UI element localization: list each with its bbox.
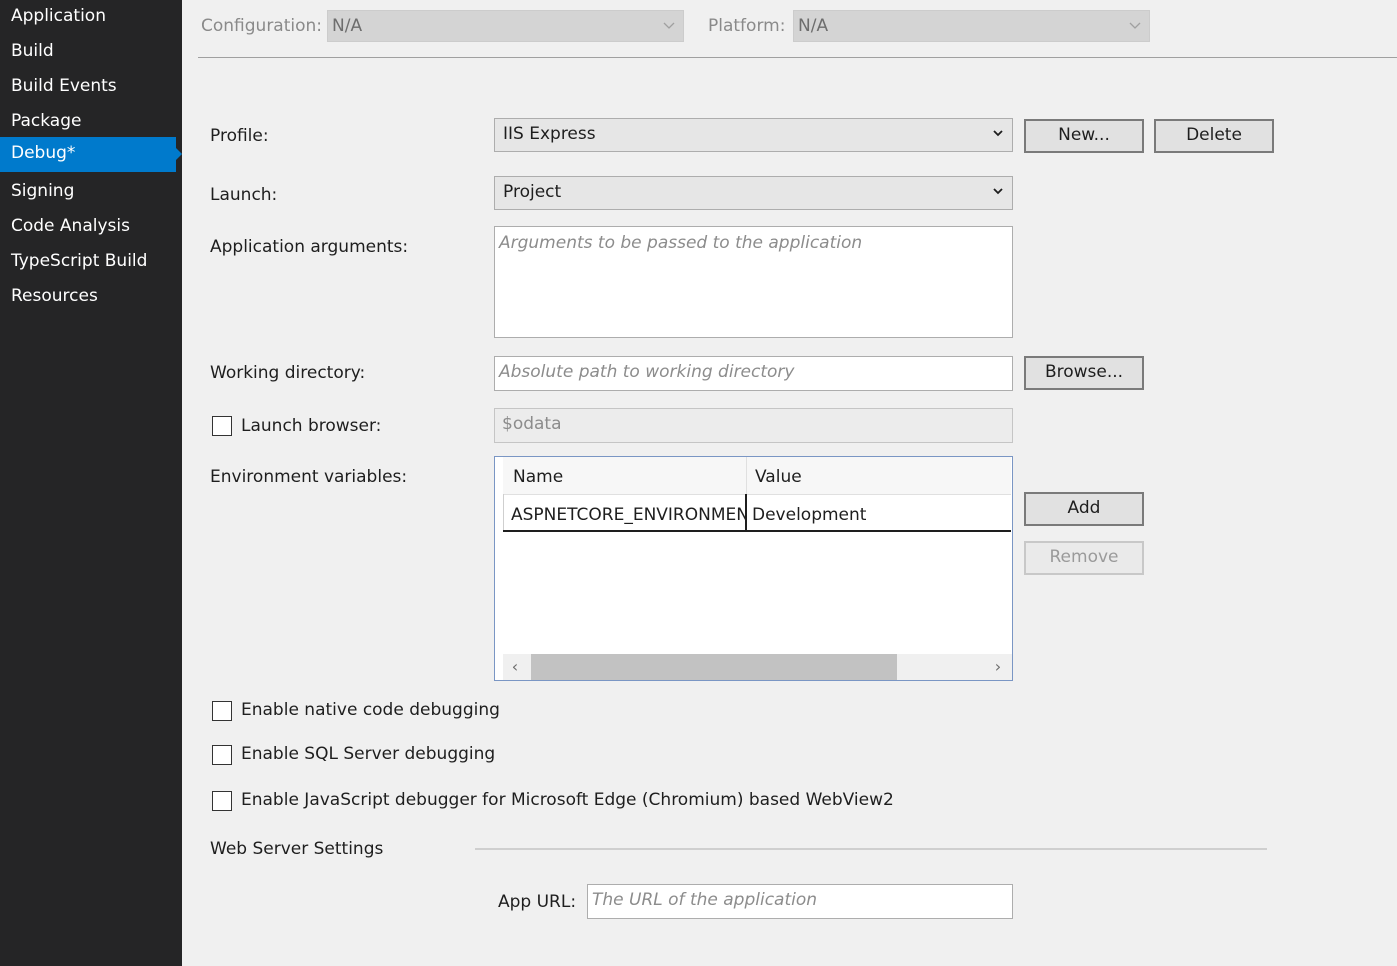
env-name-cell[interactable]: ASPNETCORE_ENVIRONMENT [503, 494, 747, 530]
scrollbar-thumb[interactable] [531, 654, 897, 680]
launch-browser-url-input[interactable]: $odata [494, 408, 1013, 443]
app-url-placeholder: The URL of the application [592, 890, 818, 910]
browse-button[interactable]: Browse... [1024, 356, 1144, 390]
web-server-settings-heading: Web Server Settings [210, 839, 384, 859]
sidebar-item-resources[interactable]: Resources [0, 280, 176, 315]
remove-variable-button[interactable]: Remove [1024, 541, 1144, 575]
launch-select[interactable]: Project [494, 176, 1013, 210]
sidebar-item-code-analysis[interactable]: Code Analysis [0, 210, 176, 245]
chevron-down-icon [1129, 11, 1141, 41]
platform-value: N/A [798, 16, 829, 36]
working-directory-placeholder: Absolute path to working directory [499, 362, 795, 382]
configuration-label: Configuration: [201, 16, 323, 36]
working-directory-label: Working directory: [210, 363, 366, 383]
profile-select[interactable]: IIS Express [494, 118, 1013, 152]
sidebar-item-debug[interactable]: Debug* [0, 137, 182, 172]
topbar-divider [198, 57, 1397, 58]
chevron-down-icon [992, 119, 1004, 149]
configuration-select[interactable]: N/A [327, 10, 684, 42]
app-url-label: App URL: [498, 892, 577, 912]
chevron-down-icon [663, 11, 675, 41]
sql-debugging-label: Enable SQL Server debugging [241, 744, 496, 764]
native-debugging-checkbox[interactable] [212, 701, 232, 721]
sidebar-item-application[interactable]: Application [0, 0, 176, 35]
env-value-cell[interactable]: Development [747, 494, 1011, 530]
environment-variables-label: Environment variables: [210, 467, 408, 487]
profile-label: Profile: [210, 126, 269, 146]
sql-debugging-checkbox[interactable] [212, 745, 232, 765]
sidebar-item-signing[interactable]: Signing [0, 175, 176, 210]
js-debugger-label: Enable JavaScript debugger for Microsoft… [241, 790, 894, 810]
new-profile-button[interactable]: New... [1024, 119, 1144, 153]
app-url-input[interactable]: The URL of the application [587, 884, 1013, 919]
launch-browser-url-value: $odata [502, 414, 562, 434]
sidebar: Application Build Build Events Package D… [0, 0, 182, 966]
sidebar-item-typescript-build[interactable]: TypeScript Build [0, 245, 176, 280]
column-header-name[interactable]: Name [503, 457, 747, 494]
environment-variables-grid[interactable]: Name Value ASPNETCORE_ENVIRONMENT Develo… [494, 456, 1013, 681]
launch-browser-checkbox[interactable] [212, 416, 232, 436]
app-arguments-input[interactable]: Arguments to be passed to the applicatio… [494, 226, 1013, 338]
platform-label: Platform: [708, 16, 786, 36]
section-divider [475, 848, 1267, 850]
grid-header: Name Value [503, 457, 1011, 495]
js-debugger-checkbox[interactable] [212, 791, 232, 811]
launch-label: Launch: [210, 185, 278, 205]
add-variable-button[interactable]: Add [1024, 492, 1144, 526]
native-debugging-label: Enable native code debugging [241, 700, 500, 720]
app-arguments-label: Application arguments: [210, 237, 409, 257]
delete-profile-button[interactable]: Delete [1154, 119, 1274, 153]
configuration-value: N/A [332, 16, 363, 36]
sidebar-item-build-events[interactable]: Build Events [0, 70, 176, 105]
launch-browser-label: Launch browser: [241, 416, 382, 436]
chevron-down-icon [992, 177, 1004, 207]
app-arguments-placeholder: Arguments to be passed to the applicatio… [499, 233, 863, 253]
column-header-value[interactable]: Value [745, 457, 1011, 494]
launch-value: Project [503, 182, 562, 202]
horizontal-scrollbar[interactable]: ‹ › [503, 654, 1012, 680]
scroll-left-icon[interactable]: ‹ [503, 654, 527, 680]
platform-select[interactable]: N/A [793, 10, 1150, 42]
profile-value: IIS Express [503, 124, 596, 144]
sidebar-item-build[interactable]: Build [0, 35, 176, 70]
sidebar-item-package[interactable]: Package [0, 105, 176, 140]
scroll-right-icon[interactable]: › [986, 654, 1010, 680]
table-row[interactable]: ASPNETCORE_ENVIRONMENT Development [503, 494, 1011, 532]
working-directory-input[interactable]: Absolute path to working directory [494, 356, 1013, 391]
